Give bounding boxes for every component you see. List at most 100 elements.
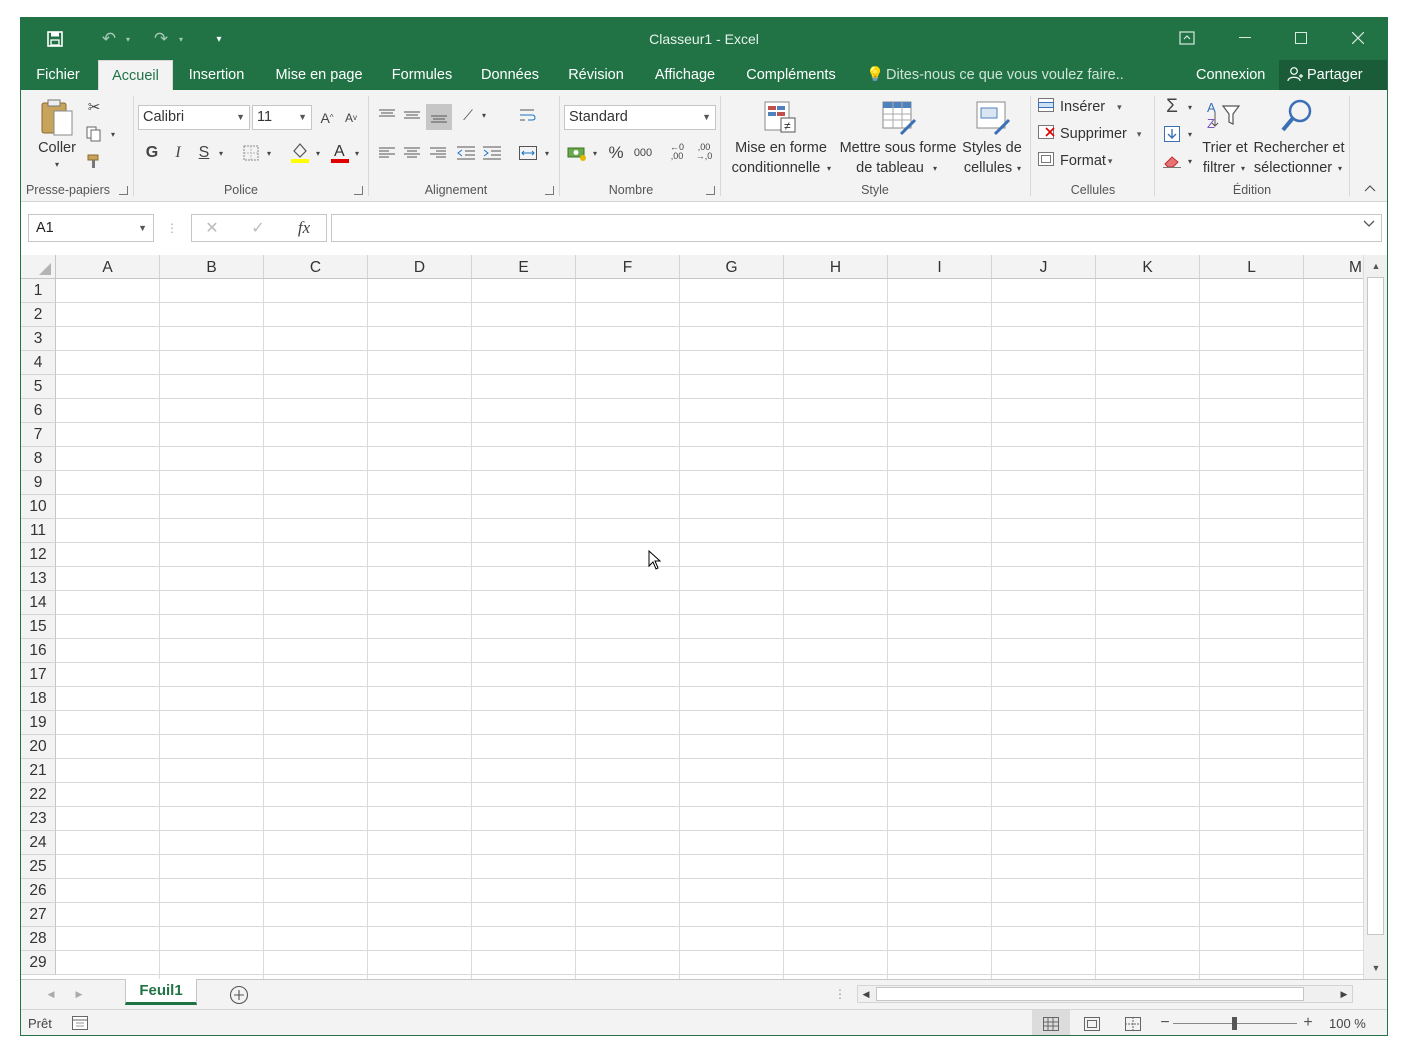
row-header[interactable]: 24 [21,831,56,855]
sort-filter-icon[interactable]: AZ [1204,98,1244,134]
conditional-formatting-label-2[interactable]: conditionnelle [723,158,829,178]
orientation-icon[interactable]: ⟋ [457,104,479,126]
row-header[interactable]: 27 [21,903,56,927]
column-header[interactable]: E [472,255,576,279]
fill-color-dropdown-icon[interactable]: ▾ [312,142,324,164]
align-middle-icon[interactable] [401,104,423,126]
row-header[interactable]: 28 [21,927,56,951]
align-top-icon[interactable] [376,104,398,126]
normal-view-icon[interactable] [1032,1010,1070,1035]
minimize-icon[interactable] [1217,18,1273,58]
row-header[interactable]: 19 [21,711,56,735]
tab-formules[interactable]: Formules [384,60,460,90]
merge-dropdown-icon[interactable]: ▾ [541,142,553,164]
font-color-dropdown-icon[interactable]: ▾ [351,142,363,164]
copy-icon[interactable] [83,123,105,145]
new-sheet-icon[interactable] [227,983,251,1007]
cell-styles-icon[interactable] [973,98,1013,138]
scroll-down-icon[interactable]: ▼ [1364,959,1387,977]
tab-affichage[interactable]: Affichage [644,60,726,90]
cell-styles-label-1[interactable]: Styles de [959,138,1025,158]
cut-icon[interactable]: ✂ [83,96,105,118]
row-header[interactable]: 26 [21,879,56,903]
row-header[interactable]: 11 [21,519,56,543]
prev-sheet-icon[interactable]: ◀ [43,984,59,1004]
fill-color-icon[interactable] [288,140,312,164]
zoom-slider-thumb[interactable] [1232,1017,1237,1030]
accounting-dropdown-icon[interactable]: ▾ [589,142,601,164]
decrease-decimal-icon[interactable]: ,00 →,0 [693,140,715,164]
find-select-label-2[interactable]: sélectionner [1249,158,1337,178]
increase-font-size-icon[interactable]: A ^ [317,105,337,130]
tab-donnees[interactable]: Données [474,60,546,90]
font-name-combo[interactable]: Calibri ▼ [138,105,250,130]
close-icon[interactable] [1330,18,1386,58]
align-right-icon[interactable] [427,142,449,164]
row-header[interactable]: 7 [21,423,56,447]
redo-icon[interactable]: ↷ [147,18,175,60]
number-format-combo[interactable]: Standard ▼ [564,105,716,130]
tell-me-search[interactable]: 💡 Dites-nous ce que vous voulez faire.. [866,60,1124,90]
font-size-combo[interactable]: 11 ▼ [252,105,312,130]
tab-revision[interactable]: Révision [560,60,632,90]
column-header[interactable]: B [160,255,264,279]
delete-cells-button[interactable]: Supprimer ▾ [1038,123,1141,145]
maximize-icon[interactable] [1273,18,1329,58]
row-header[interactable]: 29 [21,951,56,975]
borders-dropdown-icon[interactable]: ▾ [263,142,275,164]
horizontal-scrollbar[interactable]: ◀ ▶ [857,985,1353,1003]
underline-dropdown-icon[interactable]: ▾ [215,142,227,164]
format-cells-button[interactable]: Format ▾ [1038,150,1112,172]
format-as-table-icon[interactable] [879,98,919,138]
percent-button[interactable]: % [605,142,627,164]
column-header[interactable]: C [264,255,368,279]
tab-mise-en-page[interactable]: Mise en page [265,60,373,90]
decrease-indent-icon[interactable] [455,142,477,164]
row-header[interactable]: 5 [21,375,56,399]
row-header[interactable]: 1 [21,279,56,303]
vertical-scroll-thumb[interactable] [1367,277,1384,935]
row-header[interactable]: 17 [21,663,56,687]
accounting-format-icon[interactable] [565,142,589,164]
share-button[interactable]: Partager [1279,60,1387,90]
copy-dropdown-icon[interactable]: ▾ [107,126,119,142]
conditional-formatting-label-1[interactable]: Mise en forme [726,138,836,158]
column-header[interactable]: F [576,255,680,279]
fill-dropdown-icon[interactable]: ▾ [1184,123,1196,145]
find-select-label-1[interactable]: Rechercher et [1249,138,1349,158]
tab-fichier[interactable]: Fichier [26,60,90,90]
signin-link[interactable]: Connexion [1196,60,1265,90]
name-box[interactable]: A1 ▼ [28,214,154,242]
clear-dropdown-icon[interactable]: ▾ [1184,150,1196,172]
insert-cells-button[interactable]: Insérer ▾ [1038,96,1122,118]
cell-area[interactable] [56,279,1363,979]
paste-icon[interactable] [37,96,77,138]
thousands-separator-button[interactable]: 000 [631,142,655,164]
find-select-icon[interactable] [1277,96,1317,136]
cell-styles-dropdown-icon[interactable]: ▾ [1014,160,1024,176]
autosum-dropdown-icon[interactable]: ▾ [1184,96,1196,118]
clear-icon[interactable] [1161,150,1183,172]
wrap-text-icon[interactable] [517,104,539,126]
vertical-scrollbar[interactable]: ▲ ▼ [1363,255,1387,979]
page-layout-view-icon[interactable] [1073,1010,1111,1035]
cell-styles-label-2[interactable]: cellules [957,158,1019,178]
row-header[interactable]: 8 [21,447,56,471]
row-header[interactable]: 2 [21,303,56,327]
row-header[interactable]: 3 [21,327,56,351]
number-launcher-icon[interactable] [706,186,715,195]
row-header[interactable]: 20 [21,735,56,759]
row-header[interactable]: 18 [21,687,56,711]
align-center-icon[interactable] [401,142,423,164]
cancel-entry-icon[interactable]: ✕ [200,217,224,239]
zoom-in-icon[interactable]: + [1300,1013,1316,1033]
sort-filter-dropdown-icon[interactable]: ▾ [1238,160,1248,176]
autosum-icon[interactable]: Σ [1161,96,1183,118]
column-header[interactable]: A [56,255,160,279]
underline-button[interactable]: S [194,142,214,164]
row-header[interactable]: 21 [21,759,56,783]
conditional-formatting-icon[interactable]: ≠ [761,98,801,138]
clipboard-launcher-icon[interactable] [119,186,128,195]
select-all-corner[interactable] [21,255,56,279]
row-header[interactable]: 14 [21,591,56,615]
